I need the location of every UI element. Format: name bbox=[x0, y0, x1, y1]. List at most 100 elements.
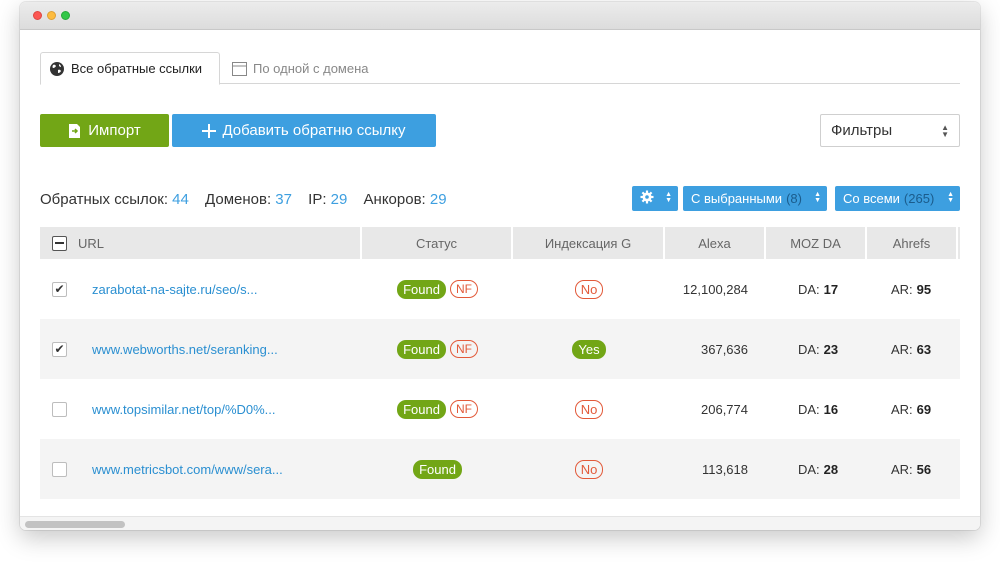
found-badge: Found bbox=[397, 279, 446, 299]
ip-count: 29 bbox=[330, 191, 348, 208]
alexa-cell: 206,774 bbox=[701, 401, 748, 417]
column-header-status[interactable]: Статус bbox=[362, 227, 513, 259]
table-header: URL Статус Индексация G Alexa MOZ DA Ahr… bbox=[40, 227, 960, 259]
backlinks-count: 44 bbox=[172, 191, 189, 208]
with-selected-dropdown[interactable]: С выбранными (8) ▲ ▼ bbox=[683, 186, 827, 211]
import-button-label: Импорт bbox=[88, 122, 141, 139]
column-header-moz[interactable]: MOZ DA bbox=[766, 227, 867, 259]
row-checkbox[interactable] bbox=[52, 461, 67, 477]
index-cell: Yes bbox=[513, 319, 665, 379]
row-checkbox-cell: ✔ bbox=[52, 259, 67, 319]
row-checkbox-cell bbox=[52, 439, 67, 499]
title-bar bbox=[20, 2, 980, 30]
plus-icon bbox=[202, 123, 217, 138]
table-row[interactable]: www.topsimilar.net/top/%D0%... Found NF … bbox=[40, 379, 960, 439]
selected-count: (8) bbox=[786, 191, 802, 206]
da-value: 16 bbox=[823, 401, 839, 417]
row-checkbox[interactable] bbox=[52, 401, 67, 417]
table-row[interactable]: ✔ www.webworths.net/seranking... Found N… bbox=[40, 319, 960, 379]
add-backlink-button[interactable]: Добавить обратню ссылку bbox=[172, 114, 436, 147]
nf-badge: NF bbox=[449, 400, 478, 418]
gear-icon bbox=[640, 190, 654, 207]
all-count: (265) bbox=[903, 191, 935, 206]
table-row[interactable]: www.metricsbot.com/www/sera... Found No … bbox=[40, 439, 960, 499]
settings-button[interactable]: ▲ ▼ bbox=[632, 186, 678, 211]
ar-value: 95 bbox=[916, 281, 932, 297]
row-checkbox[interactable]: ✔ bbox=[52, 341, 67, 357]
column-header-url[interactable]: URL bbox=[40, 227, 362, 259]
updown-arrows-icon: ▲ ▼ bbox=[665, 191, 672, 204]
alexa-cell: 12,100,284 bbox=[682, 281, 748, 297]
da-label: DA: bbox=[798, 401, 820, 417]
globe-icon bbox=[49, 61, 65, 77]
tab-bar: Все обратные ссылки По одной с домена bbox=[40, 52, 960, 85]
column-header-moz-label: MOZ DA bbox=[790, 235, 841, 251]
updown-arrows-icon: ▲ ▼ bbox=[941, 123, 949, 139]
ahrefs-cell: AR: 69 bbox=[891, 379, 931, 439]
moz-cell: DA: 16 bbox=[798, 379, 838, 439]
import-file-icon bbox=[68, 123, 82, 139]
import-button[interactable]: Импорт bbox=[40, 114, 169, 147]
status-cell: Found NF bbox=[362, 259, 513, 319]
anchors-label: Анкоров: bbox=[363, 191, 426, 208]
alexa-cell: 113,618 bbox=[701, 461, 748, 477]
backlink-url[interactable]: zarabotat-na-sajte.ru/seo/s... bbox=[92, 282, 257, 297]
index-badge: No bbox=[574, 399, 604, 419]
backlink-url[interactable]: www.metricsbot.com/www/sera... bbox=[92, 462, 283, 477]
app-window: Все обратные ссылки По одной с домена Им… bbox=[20, 2, 980, 530]
url-cell: zarabotat-na-sajte.ru/seo/s... bbox=[92, 259, 257, 319]
with-all-dropdown[interactable]: Со всеми (265) ▲ ▼ bbox=[835, 186, 960, 211]
ahrefs-cell: AR: 56 bbox=[891, 439, 931, 499]
select-all-checkbox[interactable] bbox=[52, 235, 67, 251]
row-checkbox-cell: ✔ bbox=[52, 319, 67, 379]
nf-badge: NF bbox=[449, 340, 478, 358]
ar-label: AR: bbox=[891, 281, 913, 297]
minimize-window-button[interactable] bbox=[47, 11, 56, 20]
status-cell: Found NF bbox=[362, 319, 513, 379]
backlinks-label: Обратных ссылок: bbox=[40, 191, 168, 208]
column-header-index[interactable]: Индексация G bbox=[513, 227, 665, 259]
status-cell: Found NF bbox=[362, 379, 513, 439]
url-cell: www.metricsbot.com/www/sera... bbox=[92, 439, 283, 499]
da-value: 17 bbox=[823, 281, 839, 297]
moz-cell: DA: 23 bbox=[798, 319, 838, 379]
scrollbar-thumb[interactable] bbox=[25, 521, 125, 528]
table-row[interactable]: ✔ zarabotat-na-sajte.ru/seo/s... Found N… bbox=[40, 259, 960, 319]
ar-value: 69 bbox=[916, 401, 932, 417]
url-cell: www.webworths.net/seranking... bbox=[92, 319, 278, 379]
domains-label: Доменов: bbox=[205, 191, 272, 208]
column-header-ahrefs[interactable]: Ahrefs bbox=[867, 227, 958, 259]
tab-all-backlinks[interactable]: Все обратные ссылки bbox=[40, 52, 220, 85]
with-selected-label: С выбранными bbox=[691, 191, 783, 206]
nf-badge: NF bbox=[449, 280, 478, 298]
anchors-count: 29 bbox=[429, 191, 447, 208]
close-window-button[interactable] bbox=[33, 11, 42, 20]
column-header-alexa[interactable]: Alexa bbox=[665, 227, 766, 259]
tab-one-per-domain-label: По одной с домена bbox=[253, 61, 369, 76]
ar-label: AR: bbox=[891, 341, 913, 357]
index-cell: No bbox=[513, 439, 665, 499]
da-value: 28 bbox=[823, 461, 839, 477]
filters-select[interactable]: Фильтры ▲ ▼ bbox=[820, 114, 960, 147]
index-badge: No bbox=[574, 279, 604, 299]
with-all-label: Со всеми bbox=[843, 191, 900, 206]
updown-arrows-icon: ▲ ▼ bbox=[814, 191, 821, 204]
backlink-url[interactable]: www.webworths.net/seranking... bbox=[92, 342, 278, 357]
row-checkbox[interactable]: ✔ bbox=[52, 281, 67, 297]
ip-label: IP: bbox=[308, 191, 327, 208]
tab-one-per-domain[interactable]: По одной с домена bbox=[224, 52, 377, 85]
da-label: DA: bbox=[798, 341, 820, 357]
found-badge: Found bbox=[413, 459, 462, 479]
filters-label: Фильтры bbox=[831, 122, 893, 139]
alexa-cell: 367,636 bbox=[701, 341, 748, 357]
ar-label: AR: bbox=[891, 461, 913, 477]
moz-cell: DA: 17 bbox=[798, 259, 838, 319]
horizontal-scrollbar[interactable] bbox=[20, 516, 980, 530]
backlink-url[interactable]: www.topsimilar.net/top/%D0%... bbox=[92, 402, 276, 417]
index-cell: No bbox=[513, 259, 665, 319]
da-label: DA: bbox=[798, 461, 820, 477]
column-header-index-label: Индексация G bbox=[544, 235, 632, 251]
url-cell: www.topsimilar.net/top/%D0%... bbox=[92, 379, 276, 439]
add-backlink-label: Добавить обратню ссылку bbox=[222, 122, 406, 139]
maximize-window-button[interactable] bbox=[61, 11, 70, 20]
